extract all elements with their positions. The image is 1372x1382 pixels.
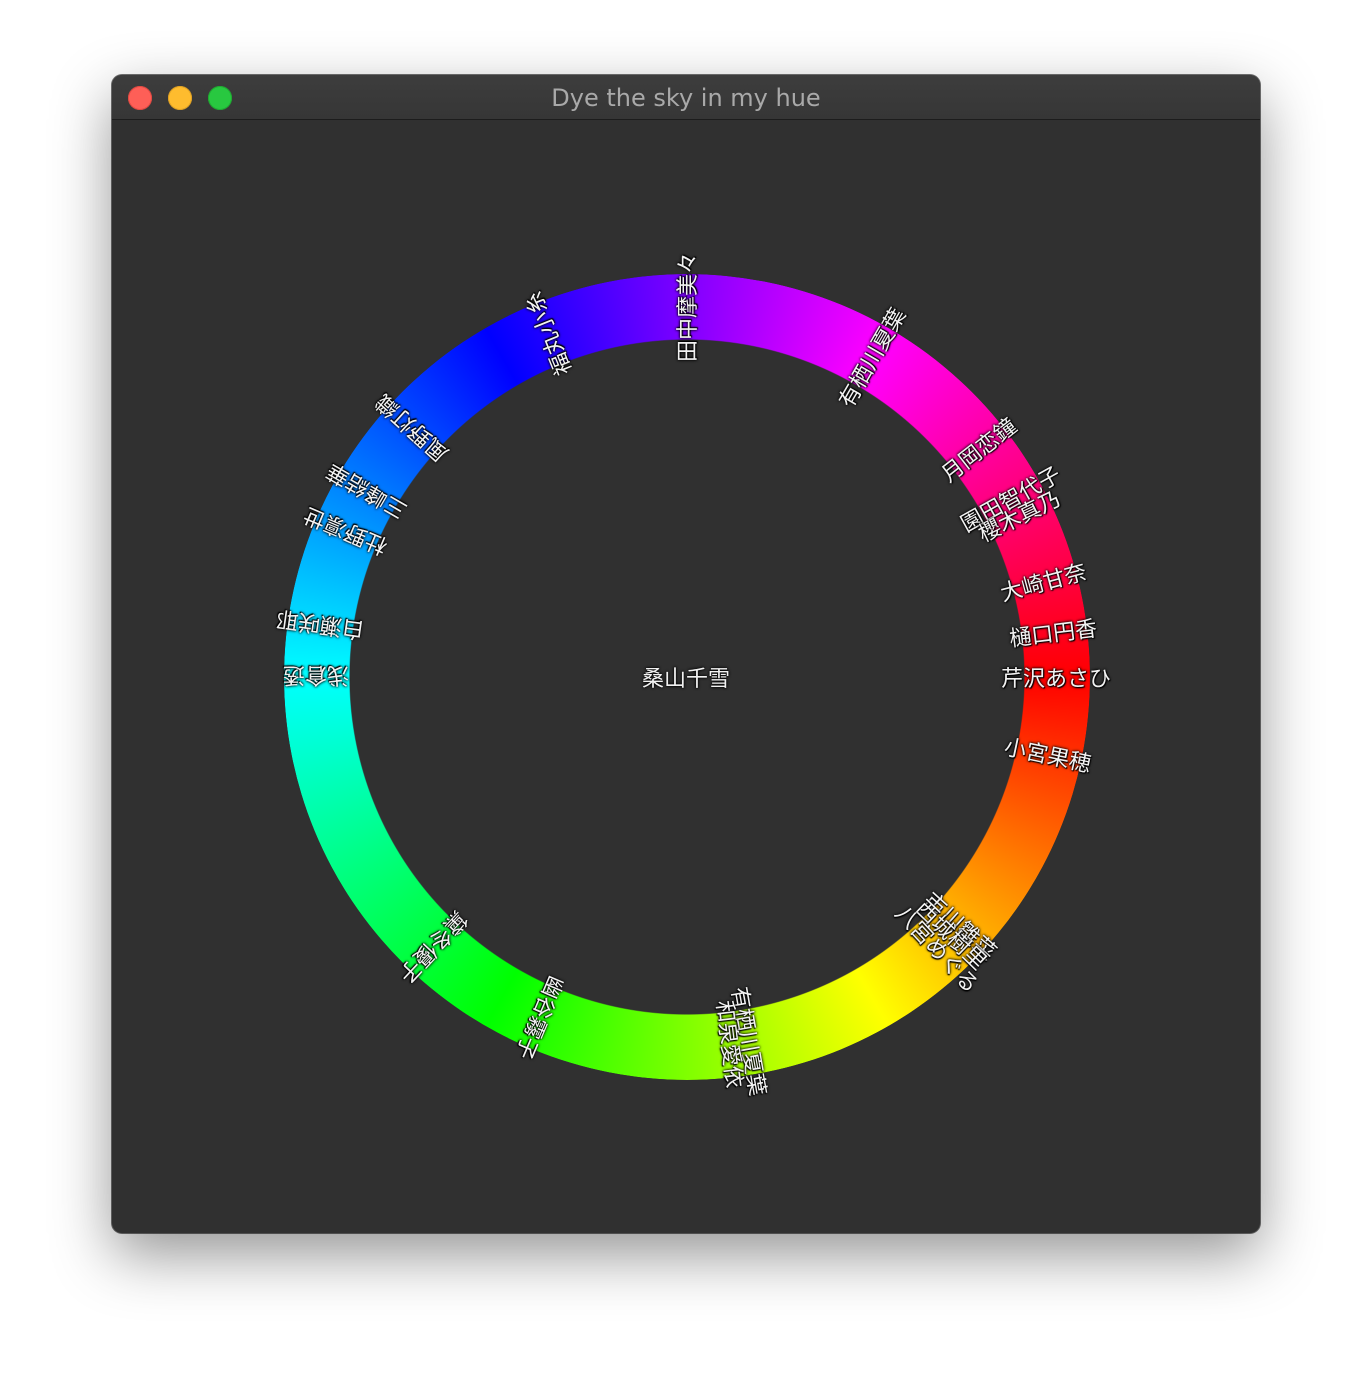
ring-label: 風野灯織 bbox=[371, 388, 454, 467]
center-label: 桑山千雪 bbox=[641, 667, 731, 692]
zoom-button-icon[interactable] bbox=[208, 86, 232, 110]
ring-label: 白瀬咲耶 bbox=[274, 604, 366, 642]
window-content: 芹沢あさひ 小宮果穂 市川雛菜 西城樹里 八宮めぐる 有栖川夏葉 浅倉透 杜野凛… bbox=[112, 120, 1260, 1233]
ring-label: 幽谷霧子 bbox=[510, 971, 568, 1062]
minimize-button-icon[interactable] bbox=[168, 86, 192, 110]
window-title: Dye the sky in my hue bbox=[551, 84, 821, 112]
title-bar[interactable]: Dye the sky in my hue bbox=[112, 75, 1260, 120]
ring-label: 有栖川夏葉 bbox=[834, 303, 912, 412]
ring-label: 小宮果穂 bbox=[1001, 734, 1094, 778]
app-window: Dye the sky in my hue 芹沢あさひ 小宮果穂 市川雛菜 西城… bbox=[112, 75, 1260, 1233]
ring-label: 芹沢あさひ bbox=[1000, 667, 1112, 692]
close-button-icon[interactable] bbox=[128, 86, 152, 110]
ring-label: 大崎甘奈 bbox=[998, 560, 1090, 608]
ring-label: 福丸小糸 bbox=[521, 287, 578, 379]
ring-label: 樋口円香 bbox=[1008, 616, 1099, 653]
ring-label: 月岡恋鐘 bbox=[936, 414, 1022, 489]
ring-label: 浅倉透 bbox=[282, 662, 350, 687]
ring-label: 黛冬優子 bbox=[392, 905, 471, 987]
ring-label: 田中摩美々 bbox=[676, 251, 701, 363]
